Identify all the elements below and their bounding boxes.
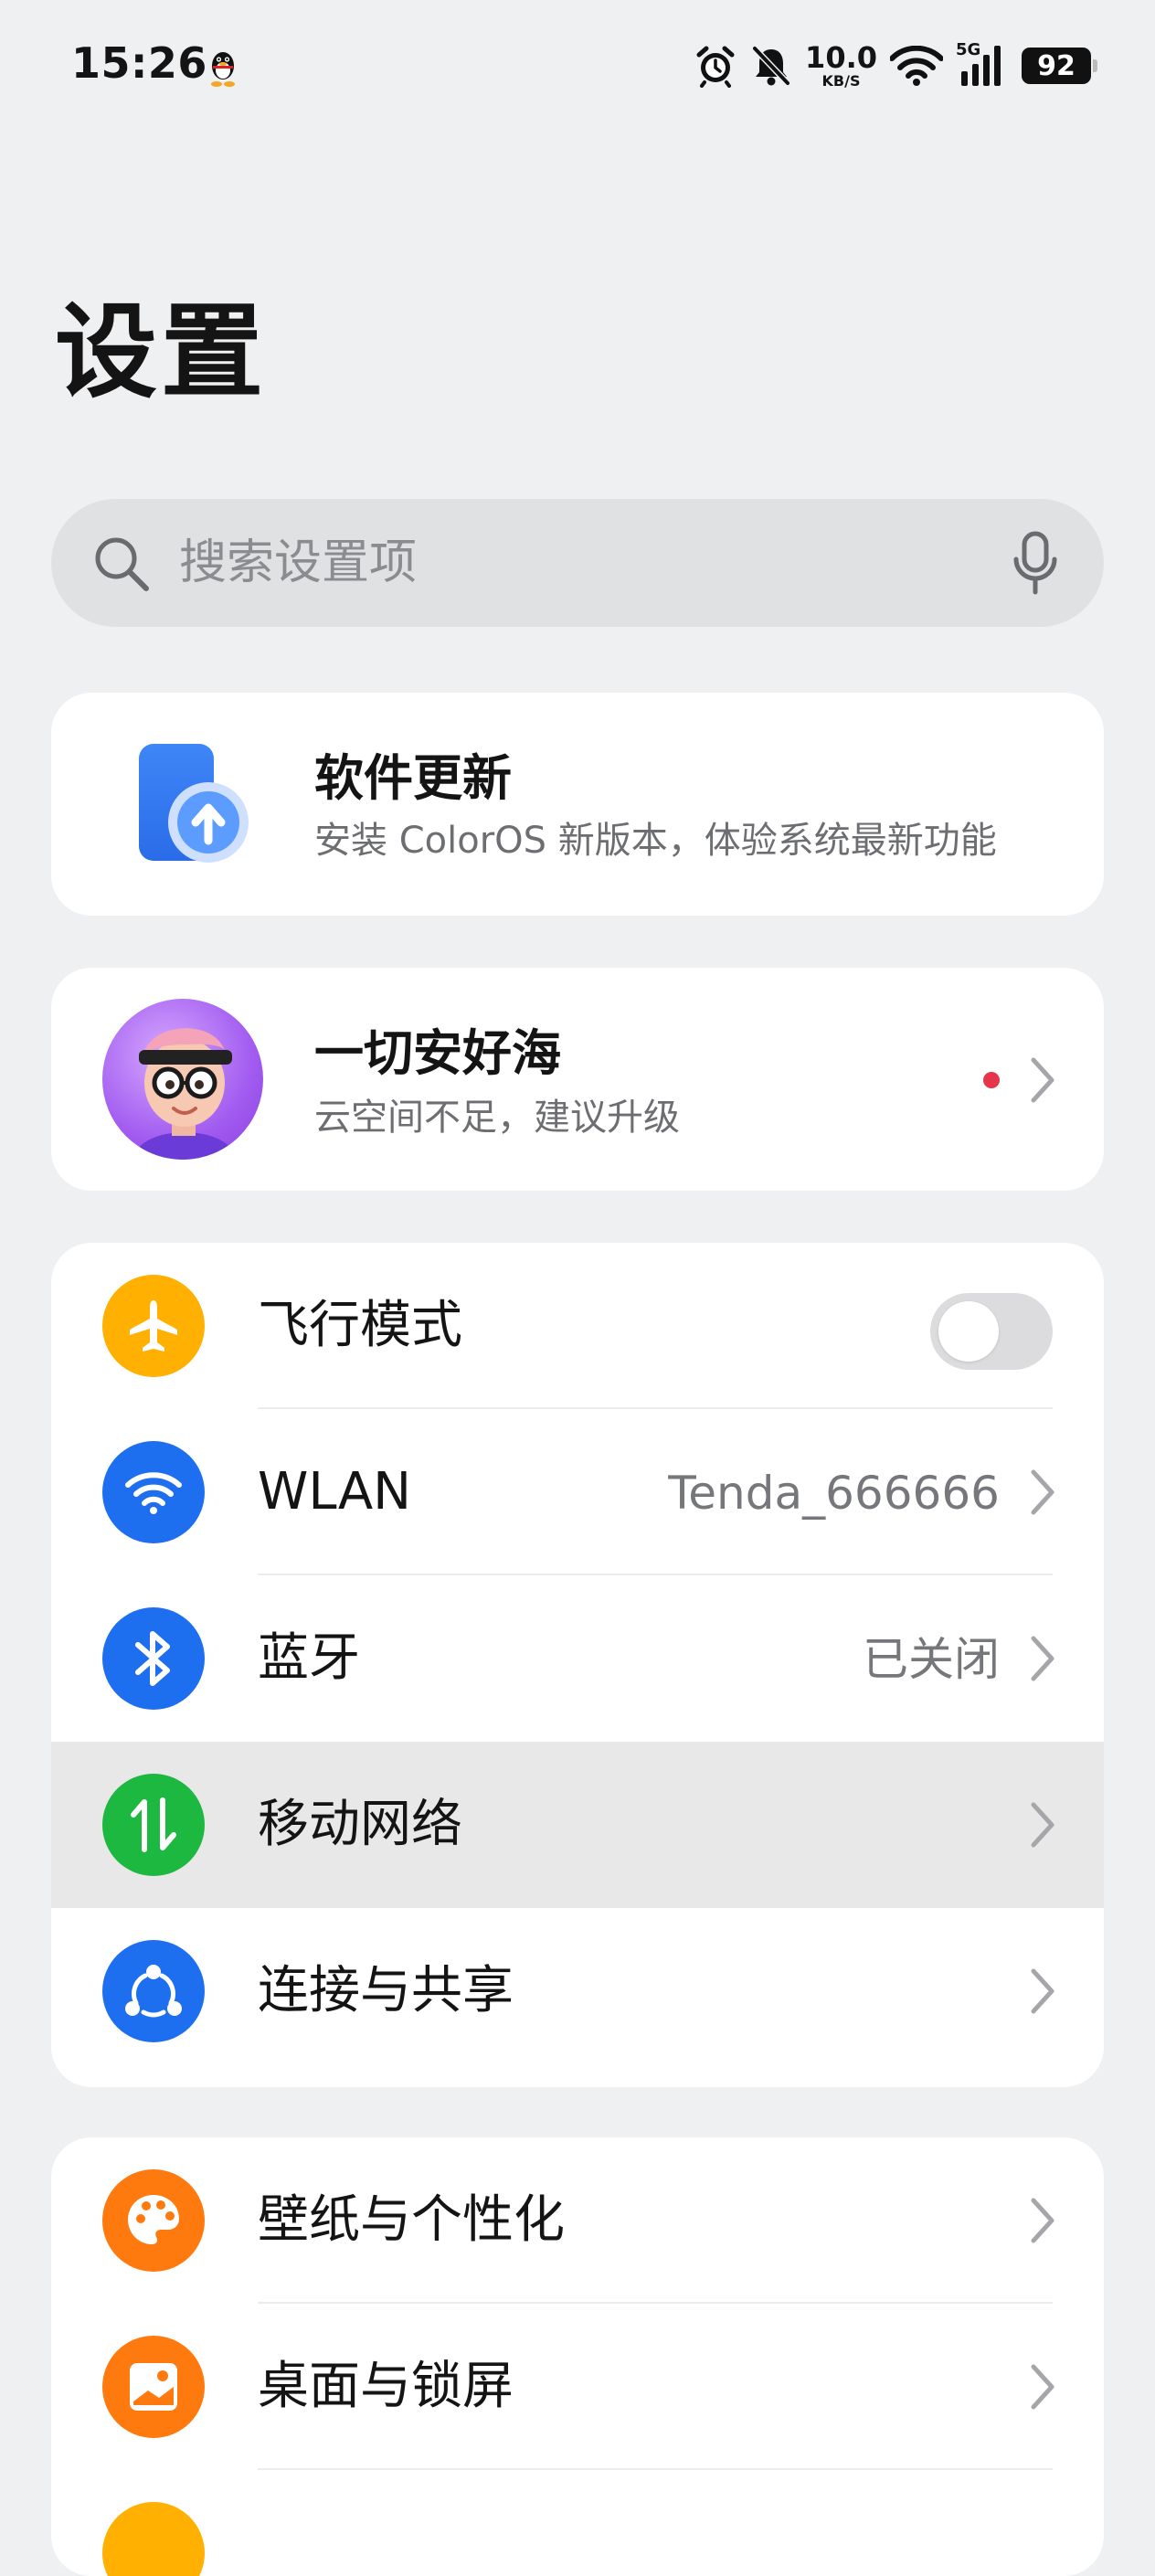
software-update-subtitle: 安装 ColorOS 新版本，体验系统最新功能 [314, 820, 997, 862]
software-update-title: 软件更新 [314, 749, 512, 807]
account-card[interactable]: 一切安好海 云空间不足，建议升级 [51, 968, 1104, 1191]
net-speed-value: 10.0 [805, 40, 877, 75]
microphone-icon[interactable] [1012, 530, 1058, 596]
bluetooth-value: 已关闭 [863, 1633, 1000, 1686]
notification-dot [983, 1072, 1000, 1088]
airplane-icon [102, 1275, 205, 1377]
picture-icon [102, 2336, 205, 2438]
chevron-right-icon [1031, 1057, 1054, 1103]
avatar [102, 999, 263, 1160]
personalization-settings-card: 壁纸与个性化 桌面与锁屏 [51, 2137, 1104, 2576]
settings-row-connection-sharing[interactable]: 连接与共享 [51, 1908, 1104, 2074]
chevron-right-icon [1031, 1469, 1054, 1515]
wifi-icon [890, 46, 943, 86]
palette-icon [102, 2169, 205, 2272]
airplane-mode-toggle[interactable] [930, 1293, 1053, 1370]
settings-row-bluetooth[interactable]: 蓝牙 已关闭 [51, 1575, 1104, 1742]
share-connect-icon [102, 1940, 205, 2042]
settings-row-wallpaper[interactable]: 壁纸与个性化 [51, 2137, 1104, 2304]
settings-row-wlan[interactable]: WLAN Tenda_666666 [51, 1409, 1104, 1575]
account-subtitle: 云空间不足，建议升级 [314, 1097, 680, 1139]
mobile-data-icon [102, 1774, 205, 1876]
page-title: 设置 [55, 293, 267, 412]
net-speed: 10.0 KB/S [805, 43, 877, 89]
bluetooth-icon [102, 1607, 205, 1710]
mobile-network-label: 移动网络 [258, 1795, 462, 1854]
network-settings-card: 飞行模式 WLAN Tenda_666666 蓝牙 已关闭 移动网络 连接与共享 [51, 1243, 1104, 2087]
chevron-right-icon [1031, 1636, 1054, 1681]
settings-row-partial[interactable] [51, 2470, 1104, 2576]
status-bar: 15:26 10.0 KB/S 5G 92 [0, 0, 1155, 137]
wlan-label: WLAN [258, 1462, 412, 1521]
status-time: 15:26 [71, 38, 207, 88]
wifi-icon [102, 1441, 205, 1543]
wallpaper-label: 壁纸与个性化 [258, 2190, 565, 2250]
wlan-value: Tenda_666666 [668, 1467, 1000, 1520]
chevron-right-icon [1031, 1968, 1054, 2014]
settings-row-mobile-network[interactable]: 移动网络 [51, 1742, 1104, 1908]
chevron-right-icon [1031, 1802, 1054, 1848]
net-speed-unit: KB/S [821, 72, 861, 90]
home-lock-label: 桌面与锁屏 [258, 2357, 514, 2416]
chevron-right-icon [1031, 2198, 1054, 2243]
phone-update-icon [139, 744, 249, 863]
settings-row-home-lock[interactable]: 桌面与锁屏 [51, 2304, 1104, 2470]
bluetooth-label: 蓝牙 [258, 1628, 360, 1688]
toggle-knob [938, 1301, 999, 1362]
account-name: 一切安好海 [314, 1024, 561, 1082]
battery-level: 92 [1037, 49, 1076, 82]
settings-row-airplane-mode[interactable]: 飞行模式 [51, 1243, 1104, 1409]
search-icon [95, 537, 149, 591]
search-bar[interactable]: 搜索设置项 [51, 499, 1104, 627]
chevron-right-icon [1031, 2364, 1054, 2410]
battery-icon: 92 [1022, 48, 1097, 84]
software-update-card[interactable]: 软件更新 安装 ColorOS 新版本，体验系统最新功能 [51, 693, 1104, 916]
airplane-mode-label: 飞行模式 [258, 1296, 462, 1355]
connection-sharing-label: 连接与共享 [258, 1961, 514, 2020]
bell-muted-icon [752, 46, 790, 86]
avatar-memoji-icon [133, 1028, 236, 1160]
search-placeholder: 搜索设置项 [179, 535, 418, 590]
qq-penguin-icon [211, 52, 235, 87]
cellular-signal-icon: 5G [956, 40, 1009, 88]
setting-icon [102, 2502, 205, 2576]
alarm-icon [696, 46, 735, 88]
